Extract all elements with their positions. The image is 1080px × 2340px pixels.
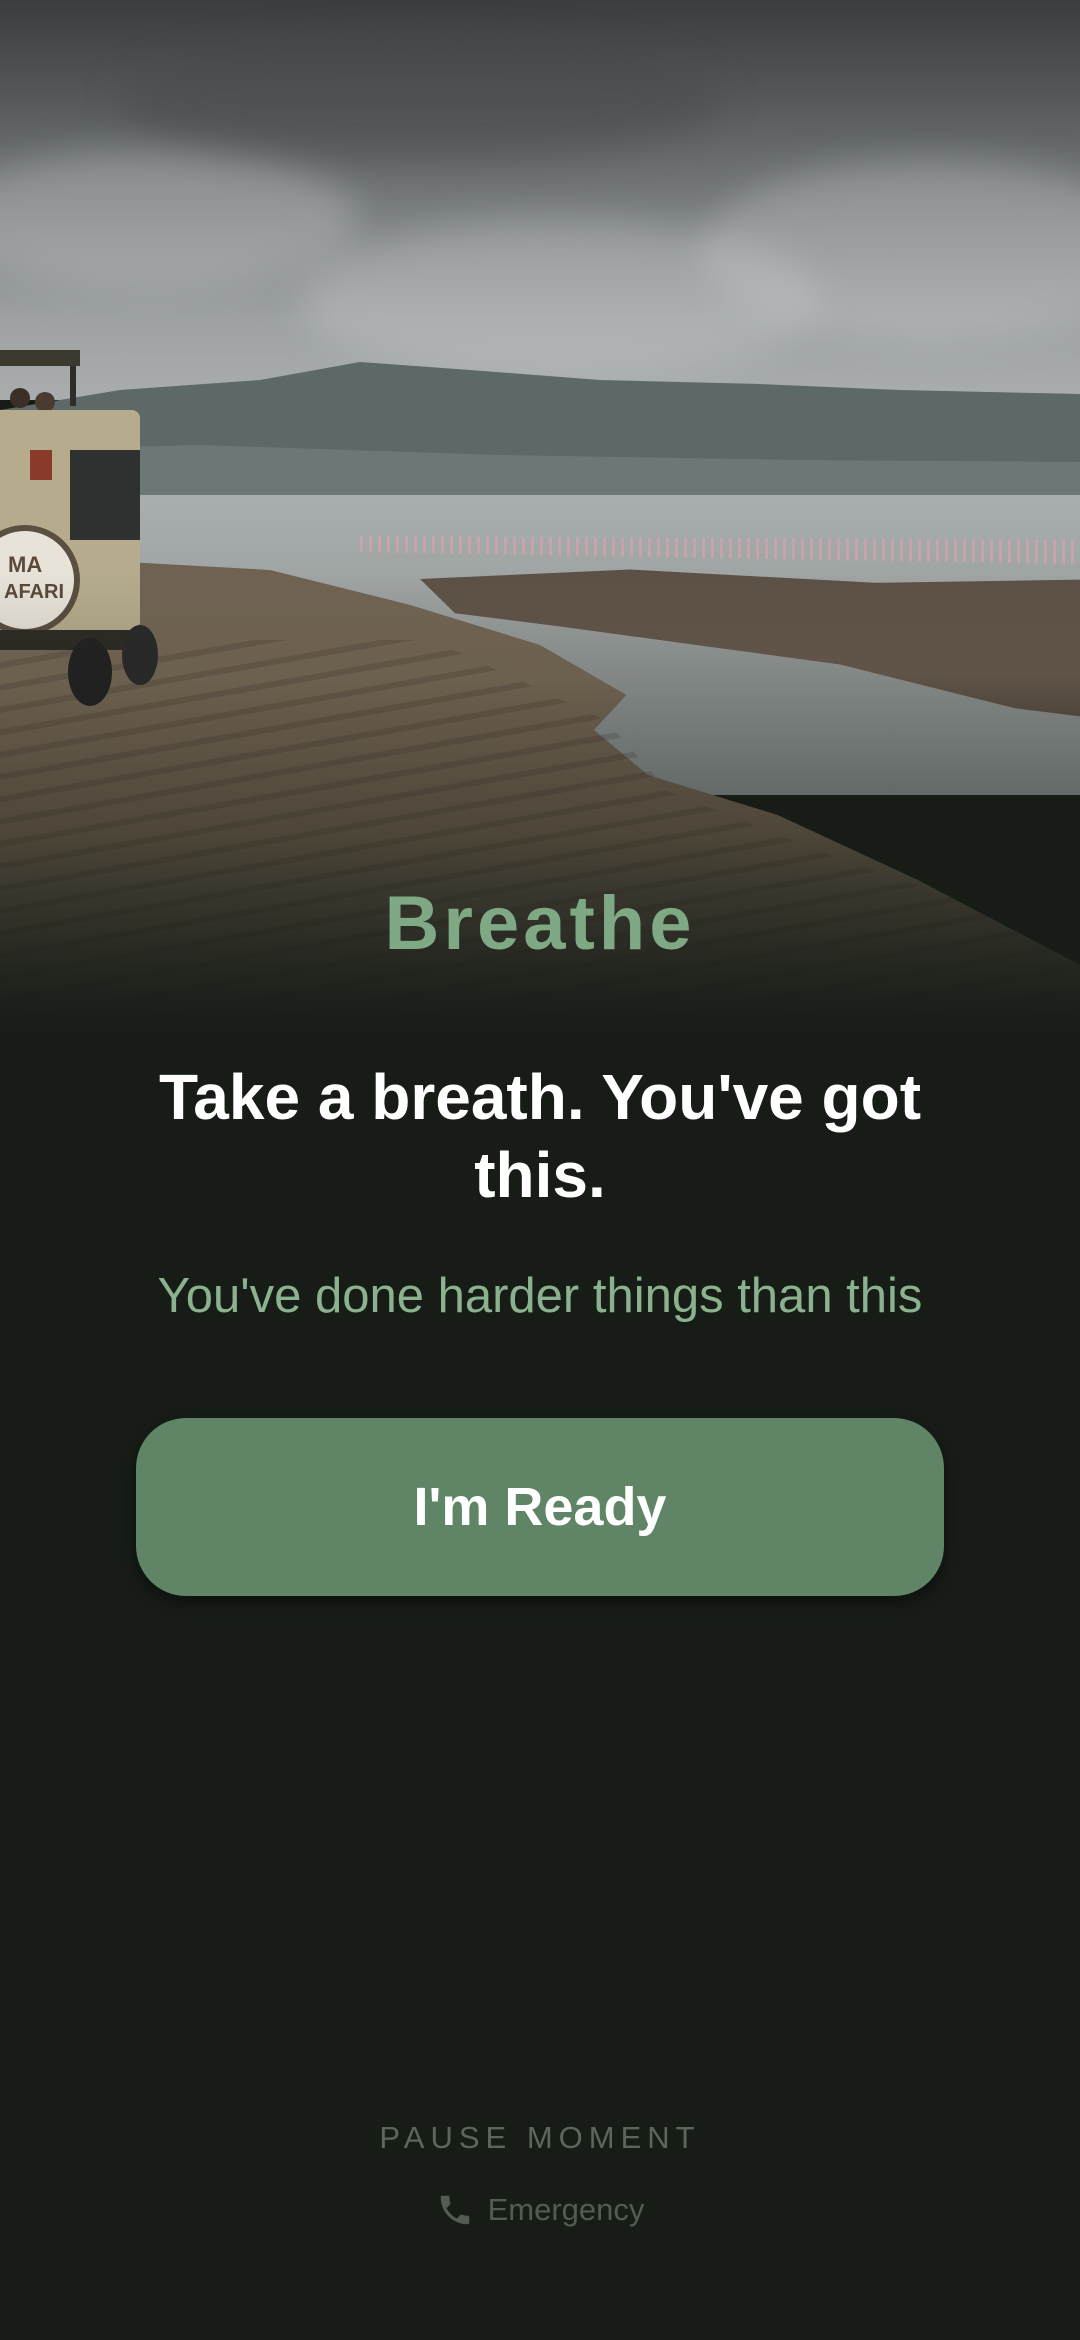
app-title: Breathe — [384, 881, 696, 966]
pause-screen: MA AFARI Breathe Take a breath. You've g… — [0, 0, 1080, 2340]
pause-moment-label: PAUSE MOMENT — [379, 2120, 701, 2155]
encouragement-text: You've done harder things than this — [157, 1269, 923, 1323]
headline: Take a breath. You've got this. — [158, 1061, 922, 1211]
im-ready-button[interactable]: I'm Ready — [136, 1418, 944, 1596]
phone-icon — [440, 2195, 469, 2225]
emergency-label: Emergency — [487, 2192, 645, 2227]
emergency-link[interactable]: Emergency — [0, 2188, 1080, 2232]
